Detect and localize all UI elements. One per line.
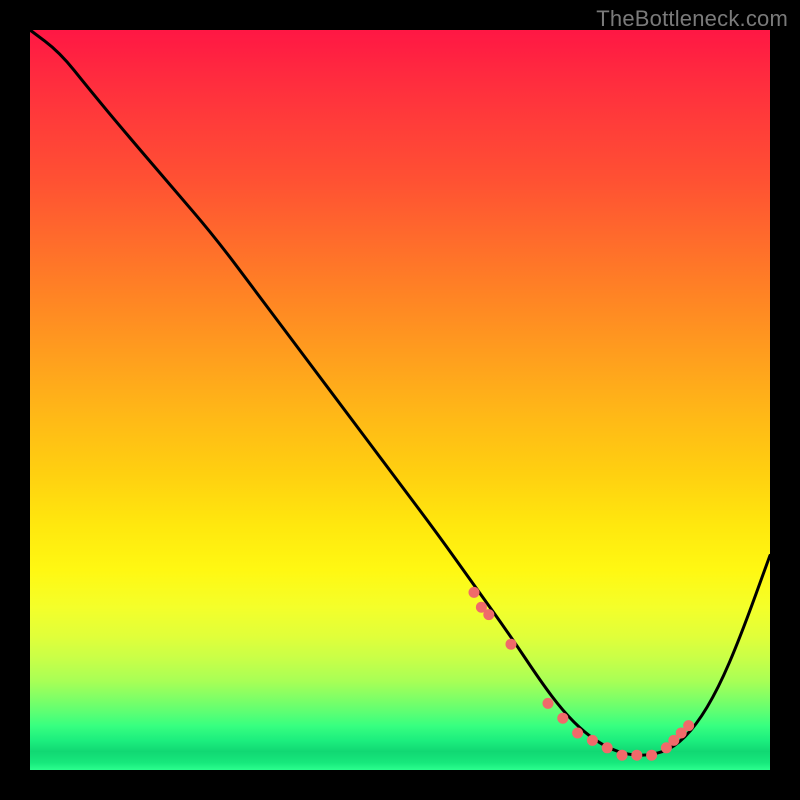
- marker-point: [683, 720, 694, 731]
- marker-point: [543, 698, 554, 709]
- marker-point: [602, 742, 613, 753]
- highlight-markers: [469, 587, 695, 761]
- marker-point: [572, 728, 583, 739]
- marker-point: [617, 750, 628, 761]
- marker-point: [506, 639, 517, 650]
- bottleneck-curve: [30, 30, 770, 755]
- marker-point: [587, 735, 598, 746]
- marker-point: [557, 713, 568, 724]
- watermark-text: TheBottleneck.com: [596, 6, 788, 32]
- curve-layer: [30, 30, 770, 770]
- marker-point: [646, 750, 657, 761]
- marker-point: [483, 609, 494, 620]
- chart-frame: TheBottleneck.com: [0, 0, 800, 800]
- plot-area: [30, 30, 770, 770]
- marker-point: [631, 750, 642, 761]
- marker-point: [469, 587, 480, 598]
